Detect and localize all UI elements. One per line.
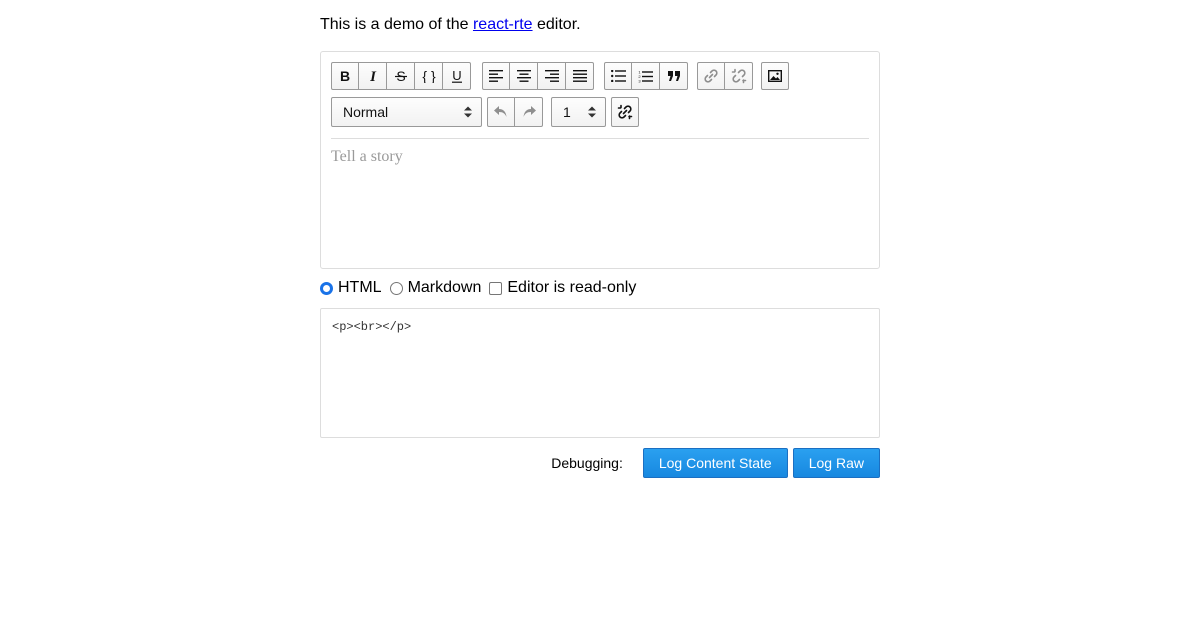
editor-content[interactable]: Tell a story <box>331 148 403 166</box>
markdown-option[interactable]: Markdown <box>389 279 482 297</box>
italic-button[interactable]: I <box>359 62 387 90</box>
number-select-arrows-icon <box>588 106 596 118</box>
intro-text: This is a demo of the react-rte editor. <box>320 0 880 36</box>
link-group <box>697 62 753 90</box>
image-icon <box>768 70 782 82</box>
format-options: HTML Markdown Editor is read-only <box>320 279 644 297</box>
intro-prefix: This is a demo of the <box>320 16 473 33</box>
unordered-list-icon <box>610 70 626 82</box>
bold-icon: B <box>340 69 350 83</box>
markdown-radio[interactable] <box>389 281 403 295</box>
svg-text:B: B <box>340 69 350 83</box>
block-type-value: Normal <box>343 104 389 120</box>
ordered-list-button[interactable]: 1 2 3 <box>632 62 660 90</box>
block-type-select[interactable]: Normal <box>331 97 482 127</box>
react-rte-link[interactable]: react-rte <box>473 16 533 33</box>
remove-link-icon <box>617 104 633 120</box>
demo-container: This is a demo of the react-rte editor. … <box>320 0 880 478</box>
link-button[interactable] <box>697 62 725 90</box>
debug-row: Debugging: Log Content State Log Raw <box>551 448 880 478</box>
unlink-icon <box>731 68 746 84</box>
undo-icon <box>494 106 507 117</box>
rich-text-editor: B I S { } U 1 2 3 Normal 1 Tell a story <box>320 51 880 269</box>
svg-text:3: 3 <box>638 78 641 83</box>
svg-text:U: U <box>452 69 461 83</box>
log-raw-button[interactable]: Log Raw <box>792 448 880 478</box>
alignment-group <box>482 62 594 90</box>
ordered-list-icon: 1 2 3 <box>638 70 653 83</box>
undo-button[interactable] <box>487 97 515 127</box>
html-option[interactable]: HTML <box>320 279 382 297</box>
underline-icon: U <box>451 69 462 83</box>
source-textarea[interactable]: <p><br></p> <box>320 308 880 438</box>
html-radio[interactable] <box>320 281 333 295</box>
svg-text:{ }: { } <box>422 69 436 83</box>
align-center-icon <box>516 70 531 82</box>
align-right-button[interactable] <box>538 62 566 90</box>
insert-image-button[interactable] <box>761 62 789 90</box>
align-justify-icon <box>572 70 587 82</box>
block-type-group: 1 2 3 <box>604 62 688 90</box>
intro-suffix: editor. <box>532 16 581 33</box>
align-right-icon <box>544 70 559 82</box>
redo-button[interactable] <box>515 97 543 127</box>
align-left-button[interactable] <box>482 62 510 90</box>
source-value: <p><br></p> <box>332 320 412 334</box>
align-center-button[interactable] <box>510 62 538 90</box>
readonly-checkbox[interactable] <box>489 281 503 295</box>
blockquote-button[interactable] <box>660 62 688 90</box>
remove-link-button[interactable] <box>611 97 639 127</box>
unlink-button[interactable] <box>725 62 753 90</box>
italic-icon: I <box>369 69 377 83</box>
readonly-label: Editor is read-only <box>507 279 637 296</box>
image-group <box>761 62 789 90</box>
extra-group <box>611 97 639 127</box>
link-icon <box>704 69 718 83</box>
inline-style-group: B I S { } U <box>331 62 471 90</box>
underline-button[interactable]: U <box>443 62 471 90</box>
debug-label: Debugging: <box>551 455 623 471</box>
strikethrough-icon: S <box>394 69 407 83</box>
code-button[interactable]: { } <box>415 62 443 90</box>
history-group <box>487 97 543 127</box>
unordered-list-button[interactable] <box>604 62 632 90</box>
align-justify-button[interactable] <box>566 62 594 90</box>
log-content-state-button[interactable]: Log Content State <box>642 448 788 478</box>
redo-icon <box>523 106 536 117</box>
code-icon: { } <box>422 69 436 83</box>
number-select-value: 1 <box>563 104 571 120</box>
align-left-icon <box>489 70 503 82</box>
strikethrough-button[interactable]: S <box>387 62 415 90</box>
editor-placeholder: Tell a story <box>331 148 403 165</box>
bold-button[interactable]: B <box>331 62 359 90</box>
select-arrows-icon <box>464 106 472 118</box>
markdown-label: Markdown <box>407 279 482 296</box>
html-label: HTML <box>338 279 382 296</box>
editor-toolbar: B I S { } U 1 2 3 Normal 1 <box>331 62 869 139</box>
readonly-option[interactable]: Editor is read-only <box>489 279 636 297</box>
svg-text:I: I <box>369 69 377 83</box>
number-select[interactable]: 1 <box>551 97 606 127</box>
blockquote-icon <box>667 71 680 81</box>
